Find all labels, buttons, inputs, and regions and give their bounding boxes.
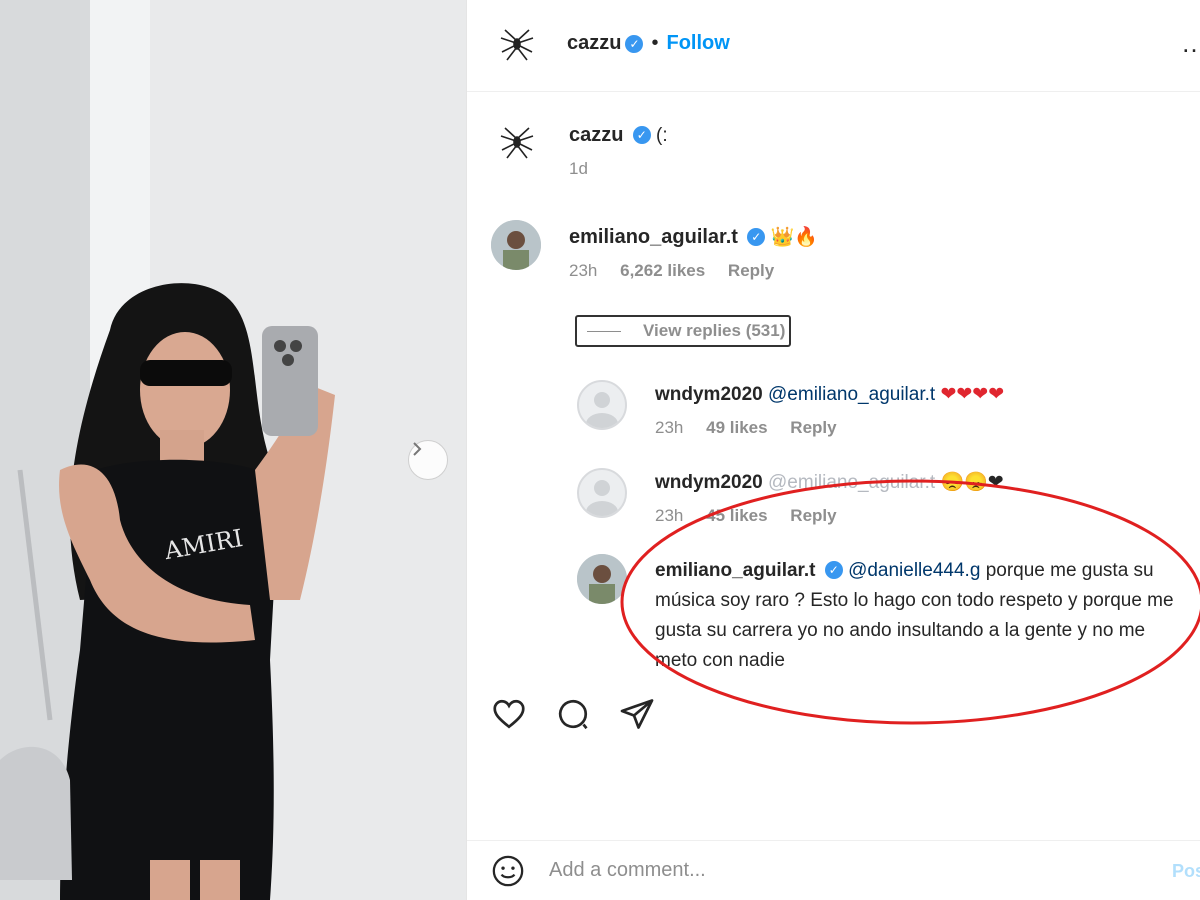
post-header: cazzu ✓ • Follow … bbox=[467, 0, 1200, 92]
author-avatar[interactable] bbox=[491, 20, 543, 72]
caption-text: (: bbox=[656, 125, 668, 146]
verified-icon: ✓ bbox=[824, 561, 843, 579]
commenter-avatar[interactable] bbox=[491, 220, 541, 270]
reply-button[interactable]: Reply bbox=[790, 506, 836, 525]
reply-likes[interactable]: 49 likes bbox=[706, 418, 767, 437]
author-username[interactable]: cazzu bbox=[567, 32, 621, 55]
heart-icon[interactable] bbox=[491, 696, 527, 732]
view-replies-label: View replies (531) bbox=[643, 321, 786, 340]
action-bar bbox=[491, 696, 655, 736]
reply-button[interactable]: Reply bbox=[728, 261, 774, 280]
caption-username[interactable]: cazzu bbox=[569, 124, 623, 146]
reply-mention[interactable]: @emiliano_aguilar.t bbox=[768, 472, 935, 493]
view-replies-button[interactable]: View replies (531) bbox=[575, 315, 791, 347]
post-photo[interactable]: AMIRI bbox=[0, 0, 466, 900]
divider-line bbox=[587, 330, 621, 332]
reply-text: ❤❤❤❤ bbox=[940, 384, 1005, 405]
post-photo-illustration: AMIRI bbox=[0, 0, 466, 900]
reply-item: wndym2020 @emiliano_aguilar.t ❤❤❤❤ 23h 4… bbox=[655, 380, 1004, 438]
add-comment-bar: Post bbox=[467, 840, 1200, 900]
reply-text: 😞😞❤ bbox=[940, 472, 1004, 493]
reply-username[interactable]: wndym2020 bbox=[655, 472, 763, 493]
reply-mention[interactable]: @emiliano_aguilar.t bbox=[768, 384, 935, 405]
comments-panel: cazzu ✓ • Follow … cazzu ✓ (: 1d emilian… bbox=[466, 0, 1200, 900]
more-options-icon[interactable]: … bbox=[1181, 28, 1200, 59]
reply-avatar[interactable] bbox=[577, 554, 627, 604]
comment-icon[interactable] bbox=[555, 696, 591, 732]
verified-icon: ✓ bbox=[747, 228, 766, 246]
verified-icon: ✓ bbox=[632, 126, 651, 144]
reply-item-highlighted: emiliano_aguilar.t ✓ @danielle444.g porq… bbox=[655, 556, 1175, 676]
caption-avatar[interactable] bbox=[491, 118, 543, 170]
spider-icon bbox=[497, 24, 537, 69]
comment-text: 👑🔥 bbox=[770, 227, 818, 248]
caption-time[interactable]: 1d bbox=[569, 159, 588, 178]
reply-button[interactable]: Reply bbox=[790, 418, 836, 437]
reply-username[interactable]: wndym2020 bbox=[655, 384, 763, 405]
reply-avatar[interactable] bbox=[577, 468, 627, 518]
reply-time[interactable]: 23h bbox=[655, 506, 683, 525]
comment-input[interactable] bbox=[549, 859, 1109, 882]
carousel-next-button[interactable] bbox=[408, 440, 448, 480]
reply-avatar[interactable] bbox=[577, 380, 627, 430]
separator-dot: • bbox=[651, 32, 659, 54]
reply-username[interactable]: emiliano_aguilar.t bbox=[655, 560, 816, 581]
reply-likes[interactable]: 45 likes bbox=[706, 506, 767, 525]
reply-mention[interactable]: @danielle444.g bbox=[848, 560, 980, 581]
comment-likes[interactable]: 6,262 likes bbox=[620, 261, 705, 280]
emoji-icon[interactable] bbox=[491, 854, 525, 888]
comment-item: emiliano_aguilar.t ✓ 👑🔥 23h 6,262 likes … bbox=[569, 222, 818, 281]
share-icon[interactable] bbox=[619, 696, 655, 732]
follow-button[interactable]: Follow bbox=[666, 32, 729, 55]
comment-username[interactable]: emiliano_aguilar.t bbox=[569, 226, 738, 248]
reply-time[interactable]: 23h bbox=[655, 418, 683, 437]
caption: cazzu ✓ (: 1d bbox=[569, 120, 668, 179]
post-button[interactable]: Post bbox=[1172, 861, 1200, 882]
comment-time[interactable]: 23h bbox=[569, 261, 597, 280]
spider-icon bbox=[497, 122, 537, 167]
reply-item: wndym2020 @emiliano_aguilar.t 😞😞❤ 23h 45… bbox=[655, 468, 1004, 526]
verified-icon: ✓ bbox=[625, 34, 644, 53]
